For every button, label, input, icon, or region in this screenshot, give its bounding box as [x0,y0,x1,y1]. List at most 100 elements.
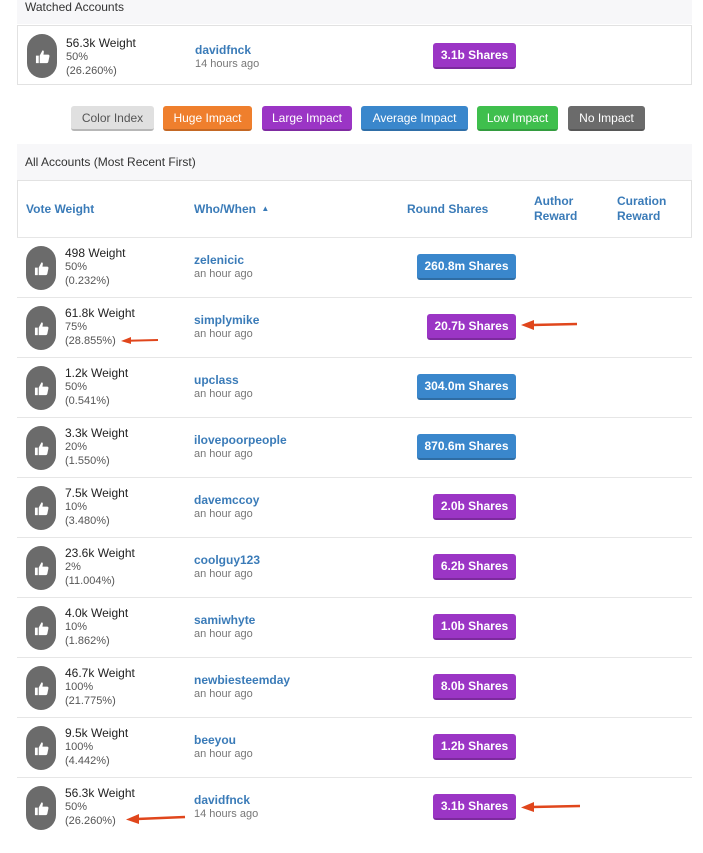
account-link[interactable]: samiwhyte [194,613,255,627]
round-shares-badge: 870.6m Shares [417,434,516,460]
round-shares-badge: 6.2b Shares [433,554,516,580]
table-row: 46.7k Weight 100% (21.775%) newbiesteemday a… [17,657,692,717]
account-link[interactable]: ilovepoorpeople [194,433,287,447]
who-when-cell: davemccoy an hour ago [194,493,259,521]
vote-time: an hour ago [194,508,253,520]
account-link[interactable]: davemccoy [194,493,259,507]
watched-accounts-header: Watched Accounts [17,0,692,24]
vote-weight-cell: 46.7k Weight 100% (21.775%) [65,666,135,708]
vote-percent: 100% [65,681,94,693]
vote-time: an hour ago [194,688,253,700]
vote-percent: 50% [65,261,88,273]
vote-weight-cell: 498 Weight 50% (0.232%) [65,246,126,288]
thumbs-up-icon [26,606,56,650]
who-when-cell: ilovepoorpeople an hour ago [194,433,287,461]
thumbs-up-icon [27,34,57,78]
thumbs-up-icon [26,726,56,770]
share-percent: (0.541%) [65,395,110,407]
round-shares-badge: 3.1b Shares [433,43,516,69]
vote-weight-cell: 23.6k Weight 2% (11.004%) [65,546,135,588]
vote-time: 14 hours ago [195,58,260,70]
share-percent: (26.260%) [66,65,117,77]
vote-weight-cell: 3.3k Weight 20% (1.550%) [65,426,128,468]
vote-percent: 50% [66,51,89,63]
round-shares-badge: 8.0b Shares [433,674,516,700]
who-when-cell: davidfnck 14 hours ago [195,43,259,71]
account-link[interactable]: davidfnck [195,43,259,57]
thumbs-up-icon [26,666,56,710]
weight-value: 4.0k Weight [65,606,129,620]
all-accounts-header: All Accounts (Most Recent First) [17,144,692,181]
vote-time: 14 hours ago [194,808,259,820]
red-arrow-icon [521,802,581,812]
weight-value: 498 Weight [65,246,126,260]
who-when-cell: samiwhyte an hour ago [194,613,255,641]
account-link[interactable]: davidfnck [194,793,258,807]
share-percent: (3.480%) [65,515,110,527]
vote-time: an hour ago [194,748,253,760]
thumbs-up-icon [26,426,56,470]
table-row: 7.5k Weight 10% (3.480%) davemccoy an hour a… [17,477,692,537]
table-row: 56.3k Weight 50% (26.260%) davidfnck 14 hour… [17,777,692,837]
thumbs-up-icon [26,486,56,530]
table-row: 3.3k Weight 20% (1.550%) ilovepoorpeople an … [17,417,692,477]
who-when-cell: zelenicic an hour ago [194,253,253,281]
legend-huge-impact: Huge Impact [163,106,252,131]
share-percent: (11.004%) [65,575,115,587]
vote-percent: 50% [65,381,88,393]
weight-value: 56.3k Weight [66,36,136,50]
account-link[interactable]: newbiesteemday [194,673,290,687]
who-when-cell: simplymike an hour ago [194,313,259,341]
share-percent: (1.550%) [65,455,110,467]
watched-accounts-title: Watched Accounts [25,0,124,14]
round-shares-badge: 304.0m Shares [417,374,516,400]
vote-percent: 2% [65,561,81,573]
legend-no-impact: No Impact [568,106,645,131]
share-percent: (0.232%) [65,275,110,287]
thumbs-up-icon [26,546,56,590]
account-link[interactable]: beeyou [194,733,253,747]
vote-time: an hour ago [194,328,253,340]
round-shares-badge: 1.0b Shares [433,614,516,640]
vote-time: an hour ago [194,568,253,580]
round-shares-badge: 260.8m Shares [417,254,516,280]
share-percent: (4.442%) [65,755,110,767]
round-shares-badge: 20.7b Shares [427,314,516,340]
vote-time: an hour ago [194,388,253,400]
account-link[interactable]: upclass [194,373,253,387]
account-link[interactable]: zelenicic [194,253,253,267]
who-when-cell: davidfnck 14 hours ago [194,793,258,821]
legend-average-impact: Average Impact [361,106,468,131]
weight-value: 23.6k Weight [65,546,135,560]
vote-time: an hour ago [194,268,253,280]
red-arrow-icon [521,320,578,330]
table-row: 61.8k Weight 75% (28.855%) simplymike an hou… [17,297,692,357]
watched-row: 56.3k Weight 50% (26.260%) davidfnck 14 … [17,25,692,85]
table-row: 498 Weight 50% (0.232%) zelenicic an hour ag… [17,237,692,297]
vote-weight-cell: 56.3k Weight 50% (26.260%) [66,36,136,78]
who-when-cell: upclass an hour ago [194,373,253,401]
weight-value: 46.7k Weight [65,666,135,680]
red-arrow-icon [121,337,159,344]
round-shares-badge: 2.0b Shares [433,494,516,520]
all-accounts-title: All Accounts (Most Recent First) [25,155,196,169]
vote-time: an hour ago [194,628,253,640]
red-arrow-icon [126,814,186,824]
share-percent: (21.775%) [65,695,116,707]
vote-weight-cell: 1.2k Weight 50% (0.541%) [65,366,128,408]
vote-percent: 10% [65,621,88,633]
table-row: 9.5k Weight 100% (4.442%) beeyou an hour ago… [17,717,692,777]
vote-time: an hour ago [194,448,253,460]
vote-percent: 75% [65,321,88,333]
legend-large-impact: Large Impact [262,106,352,131]
round-shares-badge: 3.1b Shares [433,794,516,820]
vote-percent: 10% [65,501,88,513]
weight-value: 61.8k Weight [65,306,135,320]
weight-value: 9.5k Weight [65,726,129,740]
account-link[interactable]: coolguy123 [194,553,260,567]
table-row: 23.6k Weight 2% (11.004%) coolguy123 an hour… [17,537,692,597]
vote-weight-cell: 9.5k Weight 100% (4.442%) [65,726,128,768]
table-row: 1.2k Weight 50% (0.541%) upclass an hour ago… [17,357,692,417]
account-link[interactable]: simplymike [194,313,259,327]
share-percent: (1.862%) [65,635,110,647]
